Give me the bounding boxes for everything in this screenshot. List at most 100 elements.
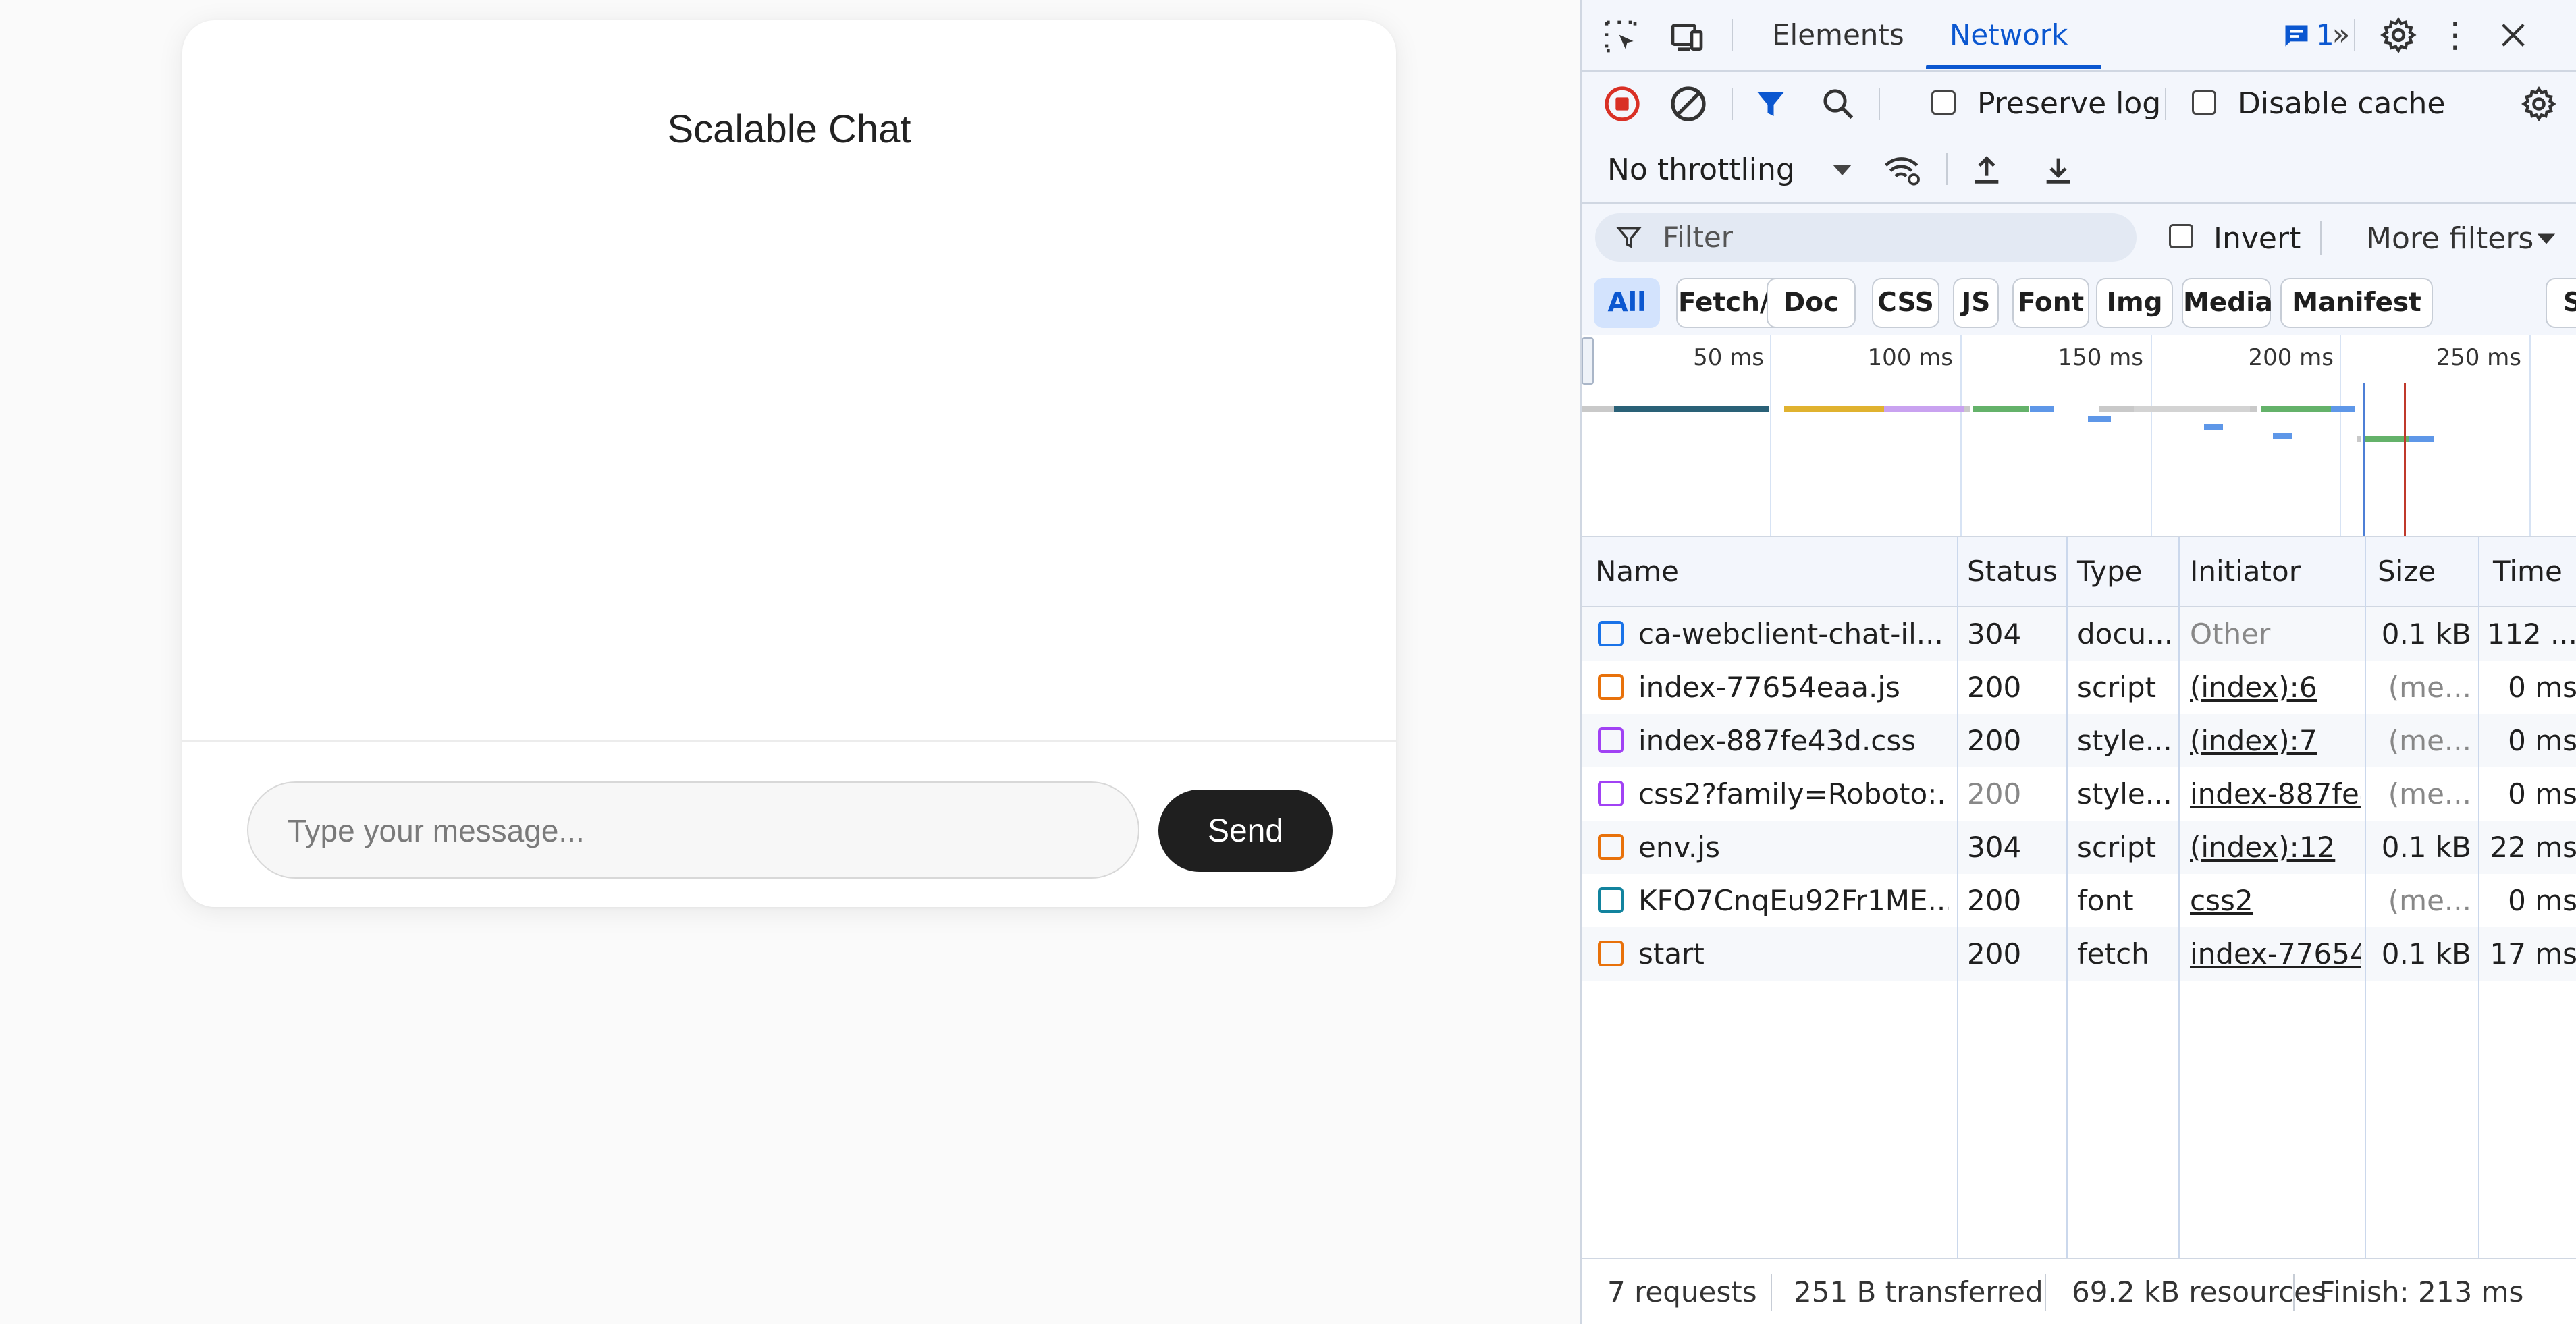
separator xyxy=(1771,1274,1772,1311)
upload-icon[interactable] xyxy=(1966,150,2007,190)
invert-checkbox[interactable] xyxy=(2169,224,2193,248)
table-row[interactable]: index-77654eaa.js 200 script (index):6 (me..… xyxy=(1582,661,2576,714)
table-row[interactable]: KFO7CnqEu92Fr1ME... 200 font css2 (me... 0 ms xyxy=(1582,874,2576,927)
close-icon[interactable] xyxy=(2493,15,2533,55)
record-stop-icon[interactable] xyxy=(1602,84,1642,124)
column-header-type[interactable]: Type xyxy=(2077,537,2142,606)
message-input[interactable] xyxy=(286,783,1106,879)
table-row[interactable]: ca-webclient-chat-il... 304 docu... Other 0.… xyxy=(1582,607,2576,661)
timeline-bar xyxy=(1784,406,1884,412)
funnel-icon xyxy=(1614,223,1644,252)
network-toolbar-secondary: No throttling xyxy=(1582,136,2576,204)
dom-content-loaded-line xyxy=(2363,383,2365,536)
issues-count: 1 xyxy=(2316,18,2334,51)
more-filters-button[interactable]: More filters xyxy=(2366,221,2533,256)
network-toolbar: Preserve log Disable cache xyxy=(1582,72,2576,136)
cell-name[interactable]: index-887fe43d.css xyxy=(1638,714,1949,767)
chevron-down-icon[interactable] xyxy=(2535,229,2558,248)
cell-initiator[interactable]: (index):7 xyxy=(2190,714,2361,767)
inspect-element-icon[interactable] xyxy=(1602,18,1640,55)
chat-messages-area xyxy=(182,182,1396,740)
download-icon[interactable] xyxy=(2038,150,2078,190)
device-toolbar-icon[interactable] xyxy=(1668,18,1706,55)
cell-size: (me... xyxy=(2388,671,2471,704)
type-filter-all[interactable]: All xyxy=(1594,278,1660,328)
cell-type: style... xyxy=(2077,724,2172,757)
cell-name[interactable]: KFO7CnqEu92Fr1ME... xyxy=(1638,874,1949,927)
cell-name[interactable]: start xyxy=(1638,927,1949,981)
separator xyxy=(2293,1274,2295,1311)
column-header-name[interactable]: Name xyxy=(1595,537,1679,606)
type-filter-js[interactable]: JS xyxy=(1953,278,1999,328)
separator xyxy=(2045,1274,2046,1311)
gear-icon[interactable] xyxy=(2378,15,2419,55)
cell-name[interactable]: index-77654eaa.js xyxy=(1638,661,1949,714)
type-filter-more[interactable]: S xyxy=(2546,278,2576,328)
timeline-bar xyxy=(2204,424,2223,430)
cell-status: 200 xyxy=(1967,937,2022,970)
timeline-bar xyxy=(2363,436,2409,442)
column-header-time[interactable]: Time xyxy=(2493,537,2562,606)
type-filter-doc[interactable]: Doc xyxy=(1767,278,1856,328)
table-row[interactable]: index-887fe43d.css 200 style... (index):7 (m… xyxy=(1582,714,2576,767)
send-button[interactable]: Send xyxy=(1158,790,1333,872)
type-filter-manifest[interactable]: Manifest xyxy=(2280,278,2433,328)
script-icon xyxy=(1598,674,1624,700)
timeline-bar xyxy=(2099,406,2134,412)
throttling-select[interactable]: No throttling xyxy=(1607,153,1795,187)
disable-cache-checkbox[interactable] xyxy=(2192,90,2216,115)
type-filter-font[interactable]: Font xyxy=(2012,278,2089,328)
font-icon xyxy=(1598,887,1624,913)
timeline-bar xyxy=(2030,406,2054,412)
issues-icon[interactable] xyxy=(2280,20,2313,53)
devtools-panel: Elements Network » 1 ⋮ Preserve log Disa… xyxy=(1580,0,2576,1324)
table-row[interactable]: css2?family=Roboto:... 200 style... index-8… xyxy=(1582,767,2576,821)
type-filter-css[interactable]: CSS xyxy=(1872,278,1939,328)
cell-initiator[interactable]: (index):12 xyxy=(2190,821,2361,874)
overview-handle[interactable] xyxy=(1582,337,1594,385)
chat-title: Scalable Chat xyxy=(667,107,911,151)
type-filter-media[interactable]: Media xyxy=(2182,278,2273,328)
cell-initiator[interactable]: index-77654e xyxy=(2190,927,2361,981)
cell-status: 304 xyxy=(1967,617,2022,651)
column-header-size[interactable]: Size xyxy=(2378,537,2436,606)
preserve-log-checkbox[interactable] xyxy=(1931,90,1956,115)
timeline-label: 150 ms xyxy=(2058,344,2143,371)
cell-size: (me... xyxy=(2388,777,2471,810)
column-header-initiator[interactable]: Initiator xyxy=(2190,537,2301,606)
table-row[interactable]: start 200 fetch index-77654e 0.1 kB 17 ms xyxy=(1582,927,2576,981)
cell-name[interactable]: env.js xyxy=(1638,821,1949,874)
column-separator xyxy=(2178,537,2180,1258)
kebab-menu-icon[interactable]: ⋮ xyxy=(2438,15,2473,55)
cell-type: docu... xyxy=(2077,617,2174,651)
network-status-bar: 7 requests 251 B transferred 69.2 kB res… xyxy=(1582,1258,2576,1324)
filter-bar: Filter Invert More filters xyxy=(1582,204,2576,273)
cell-initiator[interactable]: css2 xyxy=(2190,874,2361,927)
separator xyxy=(2165,88,2166,120)
column-separator xyxy=(2478,537,2479,1258)
cell-name[interactable]: ca-webclient-chat-il... xyxy=(1638,607,1949,661)
cell-name[interactable]: css2?family=Roboto:... xyxy=(1638,767,1949,821)
cell-status: 200 xyxy=(1967,724,2022,757)
cell-time: 0 ms xyxy=(2508,777,2576,810)
filter-icon[interactable] xyxy=(1750,84,1791,124)
cell-initiator[interactable]: index-887fe4 xyxy=(2190,767,2361,821)
type-filter-img[interactable]: Img xyxy=(2096,278,2173,328)
disable-cache-label: Disable cache xyxy=(2238,86,2446,121)
tab-network[interactable]: Network xyxy=(1950,0,2068,70)
search-icon[interactable] xyxy=(1818,84,1858,124)
filter-input[interactable]: Filter xyxy=(1663,220,1733,255)
chevron-down-icon[interactable] xyxy=(1829,157,1856,184)
network-settings-gear-icon[interactable] xyxy=(2519,84,2559,124)
clear-icon[interactable] xyxy=(1668,84,1709,124)
cell-size: 0.1 kB xyxy=(2381,937,2471,970)
timeline-bar xyxy=(1964,406,1970,412)
cell-initiator[interactable]: (index):6 xyxy=(2190,661,2361,714)
network-conditions-icon[interactable] xyxy=(1881,150,1925,190)
table-row[interactable]: env.js 304 script (index):12 0.1 kB 22 ms xyxy=(1582,821,2576,874)
timeline-gridline xyxy=(2529,335,2531,536)
tab-elements[interactable]: Elements xyxy=(1772,0,1904,70)
column-header-status[interactable]: Status xyxy=(1967,537,2058,606)
devtools-tabbar: Elements Network » 1 ⋮ xyxy=(1582,0,2576,72)
timeline-bar xyxy=(1884,406,1964,412)
